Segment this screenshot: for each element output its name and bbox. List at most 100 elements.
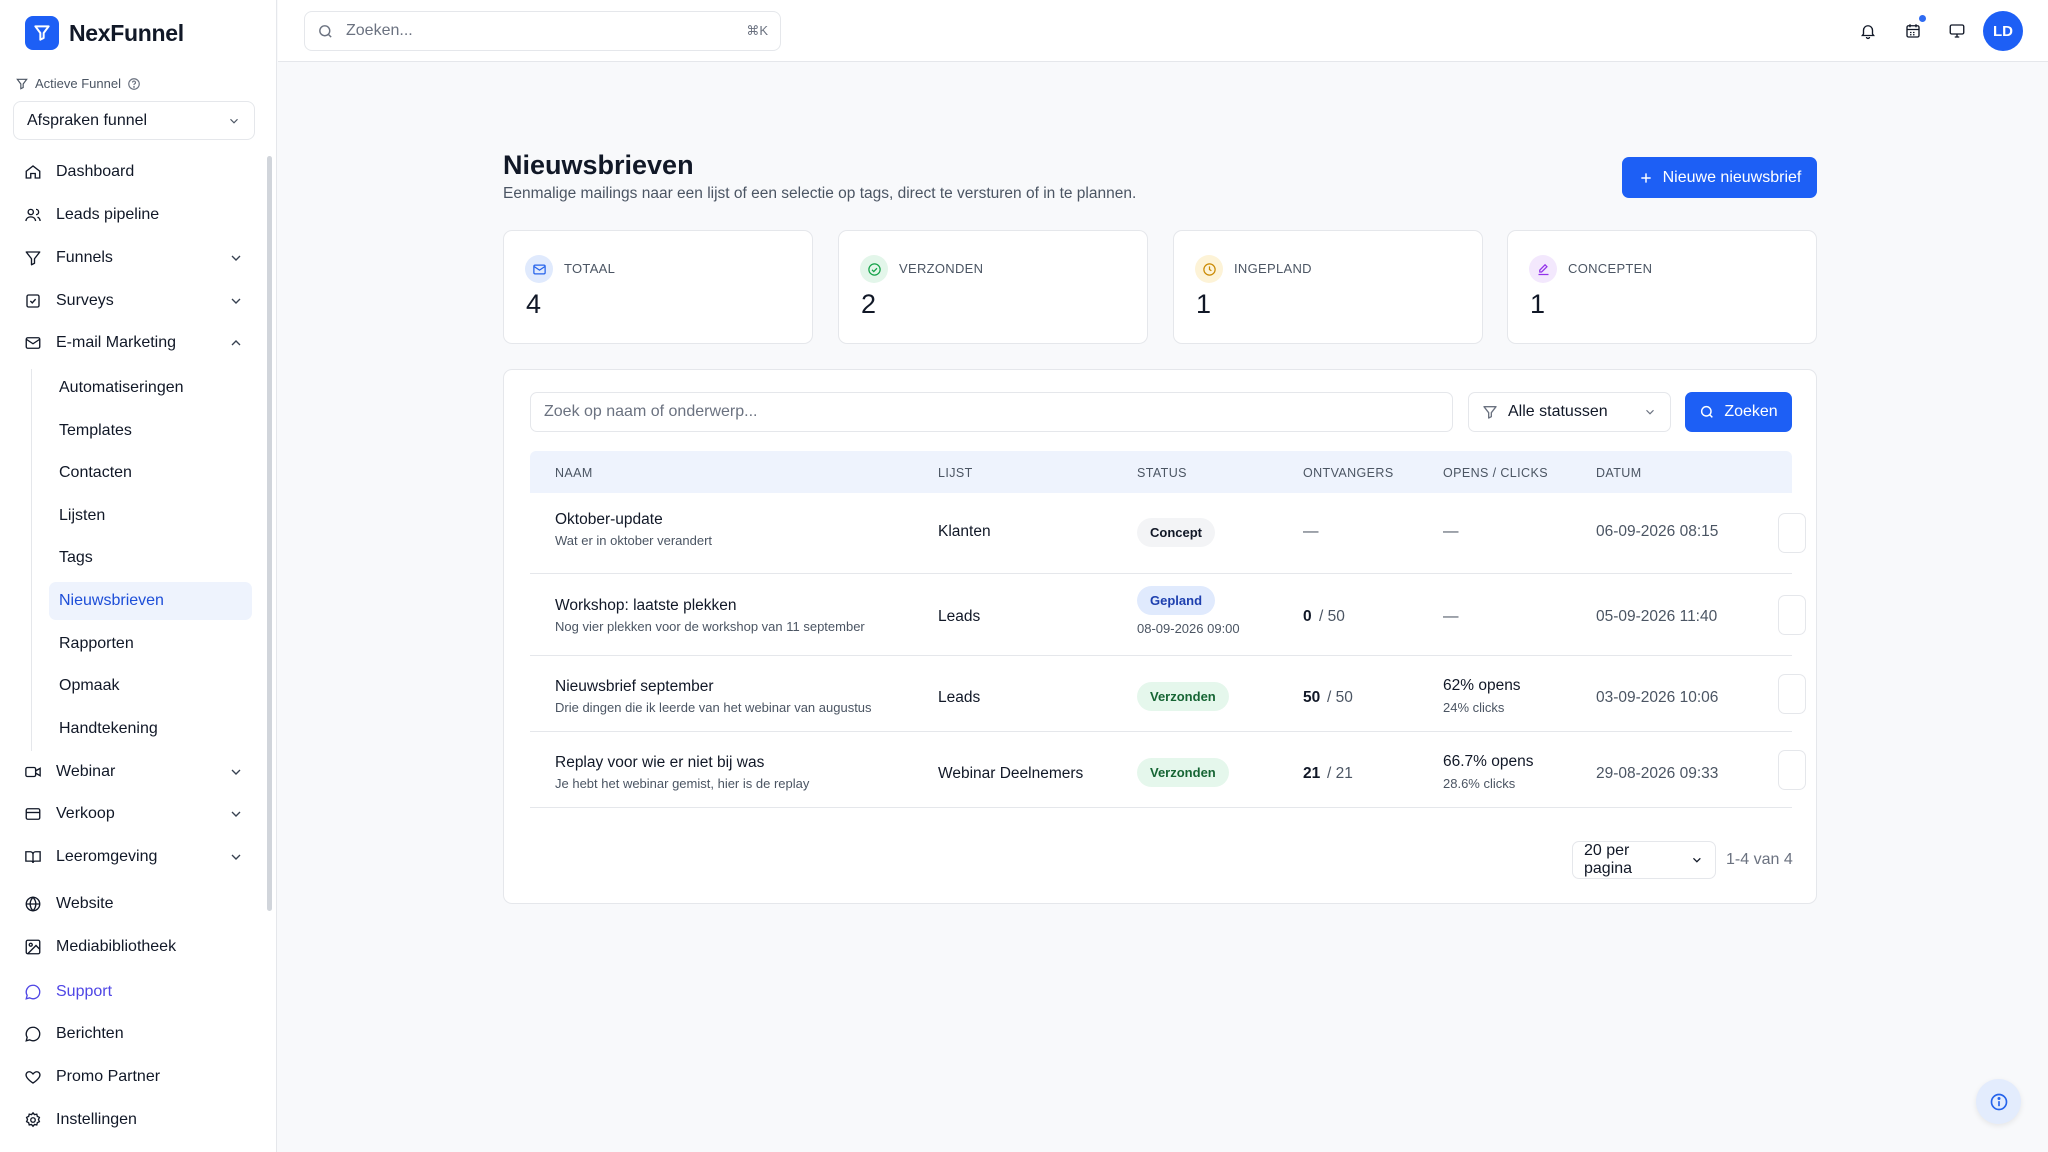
active-funnel-label: Actieve Funnel bbox=[15, 76, 141, 91]
sidebar-item-dashboard[interactable]: Dashboard bbox=[20, 153, 250, 191]
table-row[interactable]: Workshop: laatste plekken Nog vier plekk… bbox=[530, 574, 1806, 656]
home-icon bbox=[24, 163, 42, 181]
status-filter-select[interactable]: Alle statussen bbox=[1468, 392, 1671, 432]
opens-rate: — bbox=[1443, 608, 1459, 625]
sidebar-scrollbar[interactable] bbox=[267, 156, 272, 911]
column-header-opens-clicks[interactable]: OPENS / CLICKS bbox=[1443, 466, 1548, 480]
newsletter-description: Wat er in oktober verandert bbox=[555, 533, 713, 548]
clicks-rate: 28.6% clicks bbox=[1443, 776, 1516, 791]
logo[interactable]: NexFunnel bbox=[25, 16, 184, 50]
recipients-total: / 21 bbox=[1327, 765, 1353, 782]
stat-card-scheduled: INGEPLAND 1 bbox=[1173, 230, 1483, 344]
chevron-down-icon bbox=[231, 769, 241, 775]
users-icon bbox=[24, 206, 42, 224]
stat-label: INGEPLAND bbox=[1234, 261, 1312, 276]
scheduled-time: 08-09-2026 09:00 bbox=[1137, 621, 1240, 636]
sidebar-item-leads-pipeline[interactable]: Leads pipeline bbox=[20, 196, 250, 234]
sidebar-subitem-opmaak[interactable]: Opmaak bbox=[49, 667, 252, 705]
video-icon bbox=[24, 763, 42, 781]
opens-rate: — bbox=[1443, 523, 1459, 540]
submenu-guide-line bbox=[31, 369, 32, 751]
chevron-up-icon bbox=[231, 340, 241, 346]
global-search[interactable]: Zoeken... ⌘K bbox=[304, 11, 781, 51]
sidebar-item-verkoop[interactable]: Verkoop bbox=[20, 795, 250, 833]
topbar: Zoeken... ⌘K LD bbox=[278, 0, 2048, 62]
sidebar-item-label: Promo Partner bbox=[56, 1068, 161, 1085]
monitor-icon[interactable] bbox=[1945, 19, 1969, 43]
per-page-select[interactable]: 20 per pagina bbox=[1572, 841, 1716, 879]
newsletter-name[interactable]: Oktober-update bbox=[555, 511, 663, 529]
column-header-date[interactable]: DATUM bbox=[1596, 466, 1642, 480]
funnel-logo-icon bbox=[25, 16, 59, 50]
clock-icon bbox=[1195, 255, 1223, 283]
sidebar-subitem-lijsten[interactable]: Lijsten bbox=[49, 497, 252, 535]
sidebar-subitem-contacten[interactable]: Contacten bbox=[49, 454, 252, 492]
sidebar-item-support[interactable]: Support bbox=[20, 973, 250, 1011]
status-badge: Verzonden bbox=[1137, 682, 1229, 711]
info-icon bbox=[1990, 1093, 2007, 1110]
sidebar-subitem-automatiseringen[interactable]: Automatiseringen bbox=[49, 369, 252, 407]
avatar[interactable]: LD bbox=[1983, 11, 2023, 51]
row-actions-button[interactable] bbox=[1778, 674, 1806, 714]
sidebar-item-label: Website bbox=[56, 895, 114, 912]
newsletter-date: 05-09-2026 11:40 bbox=[1596, 608, 1718, 625]
info-help-button[interactable] bbox=[1976, 1079, 2021, 1124]
chat-icon bbox=[24, 983, 42, 1001]
clicks-rate: 24% clicks bbox=[1443, 700, 1505, 715]
sidebar-item-label: Webinar bbox=[56, 763, 116, 780]
newsletter-name[interactable]: Nieuwsbrief september bbox=[555, 678, 714, 696]
sidebar-item-label: Support bbox=[56, 983, 113, 1000]
plus-icon bbox=[1640, 172, 1651, 183]
sidebar-item-leeromgeving[interactable]: Leeromgeving bbox=[20, 838, 250, 876]
newsletter-description: Nog vier plekken voor de workshop van 11… bbox=[555, 619, 865, 634]
bell-icon[interactable] bbox=[1856, 19, 1880, 43]
status-filter-value: Alle statussen bbox=[1508, 403, 1608, 420]
newsletter-list: Leads bbox=[938, 689, 981, 706]
column-header-recipients[interactable]: ONTVANGERS bbox=[1303, 466, 1394, 480]
sidebar-item-label: Mediabibliotheek bbox=[56, 938, 177, 955]
column-header-status[interactable]: STATUS bbox=[1137, 466, 1187, 480]
app-name: NexFunnel bbox=[69, 19, 184, 46]
sidebar-item-promo-partner[interactable]: Promo Partner bbox=[20, 1058, 250, 1096]
newsletter-name[interactable]: Replay voor wie er niet bij was bbox=[555, 754, 764, 772]
row-actions-button[interactable] bbox=[1778, 595, 1806, 635]
sidebar-subitem-templates[interactable]: Templates bbox=[49, 412, 252, 450]
sidebar-subitem-rapporten[interactable]: Rapporten bbox=[49, 625, 252, 663]
search-button[interactable]: Zoeken bbox=[1685, 392, 1792, 432]
newsletter-name[interactable]: Workshop: laatste plekken bbox=[555, 597, 737, 615]
newsletter-date: 06-09-2026 08:15 bbox=[1596, 523, 1719, 540]
global-search-input[interactable]: Zoeken... bbox=[346, 22, 734, 40]
column-header-name[interactable]: NAAM bbox=[555, 466, 593, 480]
sidebar-subitem-nieuwsbrieven[interactable]: Nieuwsbrieven bbox=[49, 582, 252, 620]
recipients-count: — bbox=[1303, 523, 1319, 540]
sidebar-item-webinar[interactable]: Webinar bbox=[20, 753, 250, 791]
calendar-icon[interactable] bbox=[1901, 13, 1928, 43]
chevron-down-icon bbox=[231, 255, 241, 261]
table-row[interactable]: Oktober-update Wat er in oktober verande… bbox=[530, 493, 1806, 574]
sidebar-subitem-tags[interactable]: Tags bbox=[49, 539, 252, 577]
sidebar-item-instellingen[interactable]: Instellingen bbox=[20, 1101, 250, 1139]
stat-value: 1 bbox=[1530, 289, 1546, 319]
table-row[interactable]: Replay voor wie er niet bij was Je hebt … bbox=[530, 732, 1806, 808]
sidebar-item-berichten[interactable]: Berichten bbox=[20, 1015, 250, 1053]
status-badge: Gepland bbox=[1137, 586, 1216, 615]
sidebar-item-website[interactable]: Website bbox=[20, 885, 250, 923]
column-header-list[interactable]: LIJST bbox=[938, 466, 973, 480]
heart-icon bbox=[24, 1068, 42, 1086]
row-actions-button[interactable] bbox=[1778, 750, 1806, 790]
active-funnel-value: Afspraken funnel bbox=[27, 111, 148, 129]
help-circle-icon[interactable] bbox=[127, 77, 141, 91]
row-actions-button[interactable] bbox=[1778, 513, 1806, 553]
table-row[interactable]: Nieuwsbrief september Drie dingen die ik… bbox=[530, 656, 1806, 732]
sidebar-item-funnels[interactable]: Funnels bbox=[20, 239, 250, 277]
sidebar-item-mediabibliotheek[interactable]: Mediabibliotheek bbox=[20, 928, 250, 966]
sidebar-item-email-marketing[interactable]: E-mail Marketing bbox=[20, 324, 250, 362]
table-search-input[interactable]: Zoek op naam of onderwerp... bbox=[530, 392, 1453, 432]
new-newsletter-button[interactable]: Nieuwe nieuwsbrief bbox=[1622, 157, 1817, 198]
active-funnel-select[interactable]: Afspraken funnel bbox=[13, 101, 255, 140]
pagination-range: 1-4 van 4 bbox=[1726, 851, 1793, 868]
sidebar-item-surveys[interactable]: Surveys bbox=[20, 282, 250, 320]
sidebar-item-label: Verkoop bbox=[56, 805, 115, 822]
sidebar-subitem-handtekening[interactable]: Handtekening bbox=[49, 710, 252, 748]
sidebar-item-label: Leads pipeline bbox=[56, 206, 160, 223]
